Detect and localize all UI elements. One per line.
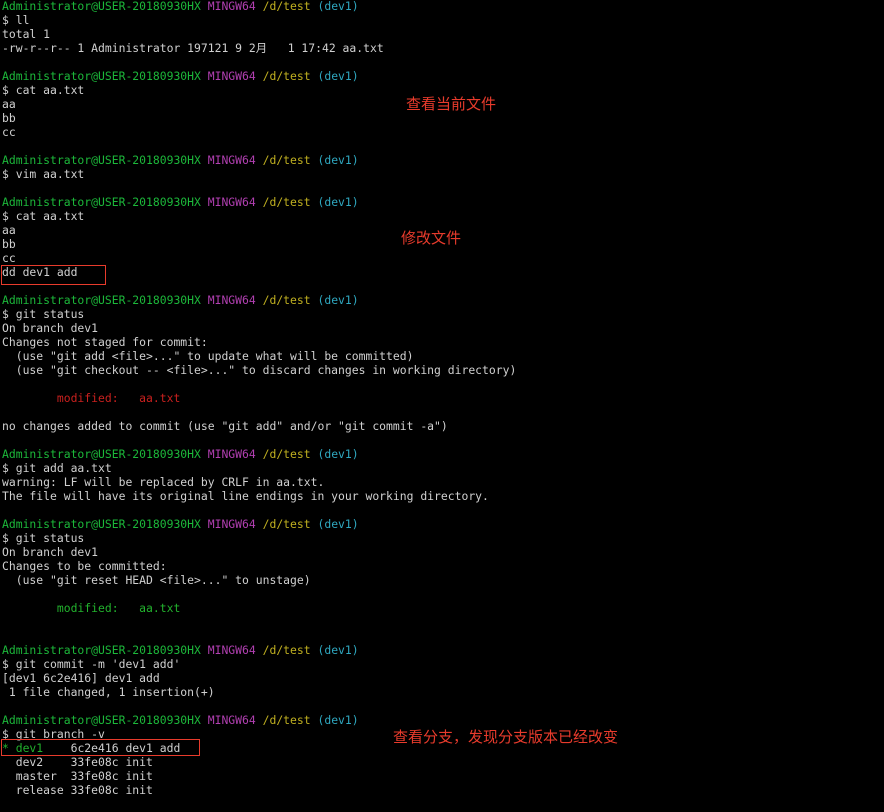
prompt-branch: (dev1) [317,713,359,727]
highlight-box-current-branch [1,739,200,756]
prompt-shell: MINGW64 [207,713,256,727]
prompt-line: Administrator@USER-20180930HX MINGW64 /d… [2,643,359,657]
prompt-branch: (dev1) [317,293,359,307]
prompt-user-host: Administrator@USER-20180930HX [2,517,201,531]
output-line: $ cat aa.txt [2,83,85,97]
output-line: dev2 33fe08c init [2,755,153,769]
output-line: 1 file changed, 1 insertion(+) [2,685,215,699]
output-line: On branch dev1 [2,545,99,559]
prompt-branch: (dev1) [317,153,359,167]
output-line: $ vim aa.txt [2,167,85,181]
prompt-branch: (dev1) [317,447,359,461]
output-line: The file will have its original line end… [2,489,489,503]
prompt-path: /d/test [262,643,311,657]
prompt-branch: (dev1) [317,643,359,657]
output-line: (use "git add <file>..." to update what … [2,349,414,363]
output-line: $ cat aa.txt [2,209,85,223]
output-line: -rw-r--r-- 1 Administrator 197121 9 2月 1… [2,41,384,55]
output-line: $ git commit -m 'dev1 add' [2,657,181,671]
output-line: (use "git reset HEAD <file>..." to unsta… [2,573,311,587]
prompt-branch: (dev1) [317,0,359,13]
prompt-line: Administrator@USER-20180930HX MINGW64 /d… [2,0,359,13]
output-line: $ git status [2,531,85,545]
prompt-path: /d/test [262,293,311,307]
prompt-line: Administrator@USER-20180930HX MINGW64 /d… [2,713,359,727]
highlight-box-modified-line [1,265,106,285]
prompt-shell: MINGW64 [207,447,256,461]
prompt-path: /d/test [262,195,311,209]
prompt-path: /d/test [262,447,311,461]
prompt-user-host: Administrator@USER-20180930HX [2,69,201,83]
prompt-user-host: Administrator@USER-20180930HX [2,0,201,13]
prompt-branch: (dev1) [317,195,359,209]
output-line: Changes not staged for commit: [2,335,208,349]
prompt-path: /d/test [262,69,311,83]
output-line: aa [2,223,16,237]
prompt-user-host: Administrator@USER-20180930HX [2,293,201,307]
output-line: bb [2,111,16,125]
output-line: Changes to be committed: [2,559,167,573]
prompt-path: /d/test [262,0,311,13]
prompt-user-host: Administrator@USER-20180930HX [2,153,201,167]
output-line: master 33fe08c init [2,769,153,783]
prompt-shell: MINGW64 [207,153,256,167]
prompt-line: Administrator@USER-20180930HX MINGW64 /d… [2,69,359,83]
prompt-line: Administrator@USER-20180930HX MINGW64 /d… [2,195,359,209]
output-line: cc [2,125,16,139]
annotation-view-file: 查看当前文件 [406,95,497,113]
output-line: warning: LF will be replaced by CRLF in … [2,475,325,489]
status-modified-line: modified: aa.txt [2,601,181,615]
output-line: release 33fe08c init [2,783,153,797]
annotation-view-branch: 查看分支，发现分支版本已经改变 [393,728,619,746]
prompt-path: /d/test [262,153,311,167]
output-line: $ git add aa.txt [2,461,112,475]
output-line: bb [2,237,16,251]
output-line: cc [2,251,16,265]
status-modified-line: modified: aa.txt [2,391,181,405]
prompt-user-host: Administrator@USER-20180930HX [2,447,201,461]
prompt-shell: MINGW64 [207,517,256,531]
output-line: On branch dev1 [2,321,99,335]
prompt-path: /d/test [262,517,311,531]
prompt-shell: MINGW64 [207,643,256,657]
prompt-branch: (dev1) [317,69,359,83]
prompt-line: Administrator@USER-20180930HX MINGW64 /d… [2,447,359,461]
output-line: $ ll [2,13,30,27]
prompt-user-host: Administrator@USER-20180930HX [2,643,201,657]
prompt-shell: MINGW64 [207,195,256,209]
prompt-user-host: Administrator@USER-20180930HX [2,195,201,209]
prompt-line: Administrator@USER-20180930HX MINGW64 /d… [2,517,359,531]
prompt-shell: MINGW64 [207,293,256,307]
prompt-shell: MINGW64 [207,0,256,13]
terminal-window[interactable]: Administrator@USER-20180930HX MINGW64 /d… [0,0,884,812]
prompt-path: /d/test [262,713,311,727]
output-line: aa [2,97,16,111]
output-line: total 1 [2,27,51,41]
output-line: no changes added to commit (use "git add… [2,419,448,433]
output-line: [dev1 6c2e416] dev1 add [2,671,160,685]
prompt-branch: (dev1) [317,517,359,531]
output-line: (use "git checkout -- <file>..." to disc… [2,363,517,377]
annotation-modify-file: 修改文件 [401,229,462,247]
prompt-user-host: Administrator@USER-20180930HX [2,713,201,727]
prompt-line: Administrator@USER-20180930HX MINGW64 /d… [2,153,359,167]
output-line: $ git status [2,307,85,321]
prompt-line: Administrator@USER-20180930HX MINGW64 /d… [2,293,359,307]
prompt-shell: MINGW64 [207,69,256,83]
